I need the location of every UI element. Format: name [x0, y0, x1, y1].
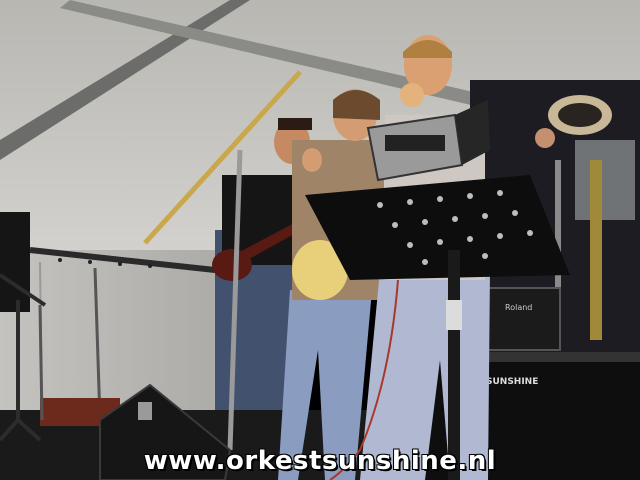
photo-scene: Roland SUNSHINE www.orkestsunshine.nl	[0, 0, 640, 480]
guitar-amp	[484, 287, 561, 351]
band-photo: Roland SUNSHINE	[0, 0, 640, 480]
monitor-brand-label: SUNSHINE	[486, 377, 538, 387]
amp-brand-label: Roland	[505, 303, 532, 312]
left-speaker	[0, 212, 30, 312]
drummer	[575, 140, 635, 220]
website-watermark: www.orkestsunshine.nl	[143, 446, 497, 476]
